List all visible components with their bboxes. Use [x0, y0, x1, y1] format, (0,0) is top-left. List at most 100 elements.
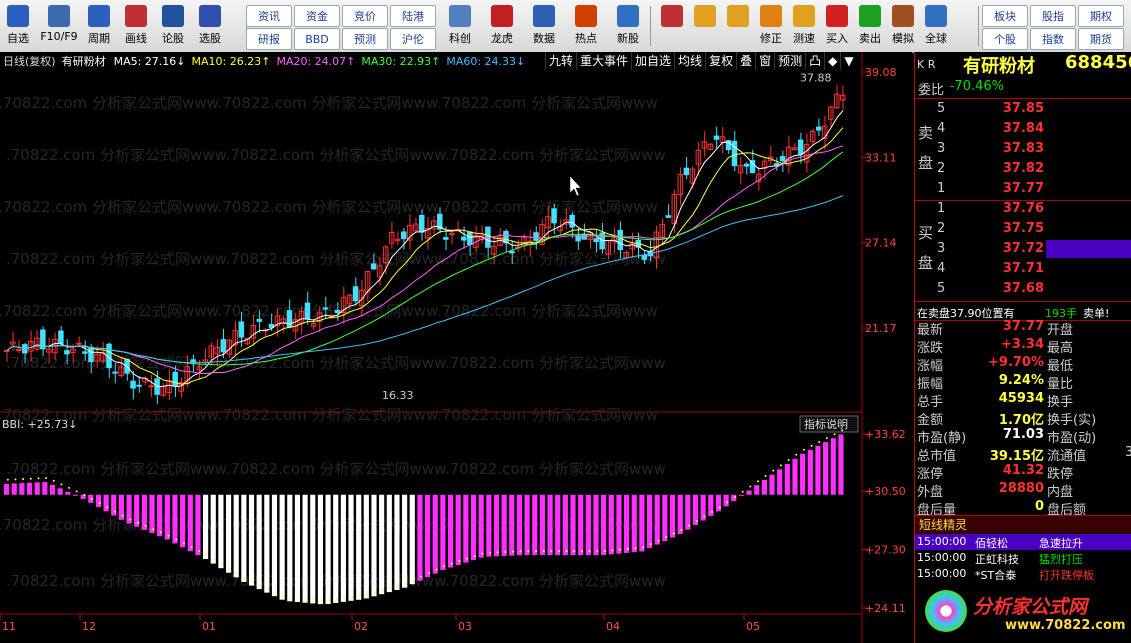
flower-icon: [925, 590, 967, 632]
bbi-bar: [72, 494, 79, 496]
bbi-bar: [769, 474, 775, 495]
mini-button[interactable]: 沪伦: [390, 28, 436, 50]
star-list-button[interactable]: 自选: [0, 2, 36, 50]
price-tick-label: 33.11: [865, 151, 897, 164]
fix-icon: [760, 5, 782, 27]
chart-tool-button[interactable]: ▼: [840, 52, 856, 70]
mini-button[interactable]: 指数: [1030, 28, 1076, 50]
buy-button[interactable]: 买入: [821, 2, 853, 50]
chart-tool-button[interactable]: 叠: [736, 52, 755, 70]
layout-button[interactable]: [656, 2, 688, 50]
stat-row: 总手 45934 换手: [915, 390, 1131, 410]
bbi-bar: [685, 494, 691, 530]
mini-button[interactable]: 资金: [294, 5, 340, 27]
sell-button[interactable]: 卖出: [854, 2, 886, 50]
mini-button[interactable]: 期货: [1078, 28, 1124, 50]
mini-button[interactable]: 个股: [982, 28, 1028, 50]
bbi-dot: [626, 547, 629, 550]
bbi-bar: [501, 494, 507, 556]
bbi-bar: [593, 494, 599, 556]
bbi-dot: [136, 521, 139, 524]
mini-button[interactable]: 竞价: [342, 5, 388, 27]
bbi-dot: [634, 547, 637, 550]
mini-button[interactable]: 股指: [1030, 5, 1076, 27]
chart-tool-button[interactable]: 预测: [774, 52, 805, 70]
science-board-button[interactable]: 科创: [440, 2, 480, 50]
f10-icon: [48, 5, 70, 27]
dragon-tiger-button[interactable]: 龙虎: [482, 2, 522, 50]
toolbar-label: 画线: [125, 32, 147, 45]
speed-test-button[interactable]: 测速: [788, 2, 820, 50]
mini-button[interactable]: 期权: [1078, 5, 1124, 27]
new-stock-button[interactable]: 新股: [608, 2, 648, 50]
bbi-bar: [562, 494, 568, 556]
toolbar-label: 卖出: [859, 32, 881, 45]
candle-body: [286, 310, 293, 328]
candle-body: [238, 321, 245, 338]
kline-chart-area[interactable]: .70822.com 分析家公式网www.70822.com 分析家公式网www…: [0, 52, 912, 643]
mini-button[interactable]: 资讯: [246, 5, 292, 27]
bbi-bar: [715, 494, 722, 512]
chart-tool-button[interactable]: 窗: [755, 52, 774, 70]
toolbar-separator: [650, 6, 651, 46]
globe-button[interactable]: 全球: [920, 2, 952, 50]
chart-tool-button[interactable]: 凸: [805, 52, 824, 70]
bbi-dot: [695, 520, 698, 523]
back-arrow-button[interactable]: [689, 2, 721, 50]
toolbar-label: 龙虎: [491, 32, 513, 45]
hot-icon: [575, 5, 597, 27]
hot-button[interactable]: 热点: [566, 2, 606, 50]
mini-button[interactable]: BBD: [294, 28, 340, 50]
bbi-bar: [333, 494, 339, 603]
chart-tool-button[interactable]: ◆: [824, 52, 840, 70]
stock-pick-button[interactable]: 选股: [192, 2, 228, 50]
bbi-dot: [512, 550, 515, 553]
discuss-button[interactable]: 论股: [155, 2, 191, 50]
pencil-icon: [125, 5, 147, 27]
candle-body: [16, 349, 22, 352]
logo-url: www.70822.com: [1005, 618, 1126, 633]
candle-body: [304, 302, 311, 320]
date-tick-label: 05: [746, 620, 760, 633]
bbi-bar: [662, 494, 668, 542]
bbi-dot: [795, 453, 798, 456]
mini-button[interactable]: 研报: [246, 28, 292, 50]
bbi-bar: [218, 494, 224, 569]
sell-price: 37.82: [1002, 161, 1044, 176]
bbi-dot: [665, 536, 668, 539]
bbi-dot: [534, 550, 537, 553]
mini-button[interactable]: 预测: [342, 28, 388, 50]
bbi-bar: [646, 494, 653, 549]
sprite-event: 急速拉升: [1039, 537, 1083, 550]
mini-button[interactable]: 板块: [982, 5, 1028, 27]
bbi-bar: [95, 494, 102, 508]
data-button[interactable]: 数据: [524, 2, 564, 50]
bbi-bar: [669, 494, 676, 538]
clock-button[interactable]: 周期: [81, 2, 117, 50]
chart-tool-button[interactable]: 加自选: [631, 52, 674, 70]
bbi-dot: [351, 595, 354, 598]
chart-tool-button[interactable]: 均线: [674, 52, 705, 70]
updown-button[interactable]: [722, 2, 754, 50]
chart-tool-button[interactable]: 九转: [545, 52, 576, 70]
chart-tool-button[interactable]: 复权: [705, 52, 736, 70]
pencil-button[interactable]: 画线: [118, 2, 154, 50]
sprite-stock: 正虹科技: [975, 553, 1019, 566]
bbi-bar: [348, 494, 354, 601]
bbi-bar: [493, 494, 500, 557]
sprite-title[interactable]: 短线精灵: [915, 515, 1131, 533]
bbi-bar: [616, 494, 622, 554]
hammer-button[interactable]: 模拟: [887, 2, 919, 50]
toolbar-label: 数据: [533, 32, 555, 45]
candle-body: [815, 126, 822, 131]
bbi-bar: [248, 494, 255, 586]
mini-button[interactable]: 陆港: [390, 5, 436, 27]
chart-tool-button[interactable]: 重大事件: [576, 52, 631, 70]
bbi-bar: [203, 494, 209, 560]
fix-button[interactable]: 修正: [755, 2, 787, 50]
bbi-bar: [356, 494, 362, 600]
bbi-bar: [19, 483, 25, 495]
weibi-row: 委比 -70.46%: [915, 78, 1131, 98]
f10-button[interactable]: F10/F9: [37, 2, 81, 50]
watermark-text: .70822.com 分析家公式网www.70822.com 分析家公式网www…: [6, 460, 666, 478]
